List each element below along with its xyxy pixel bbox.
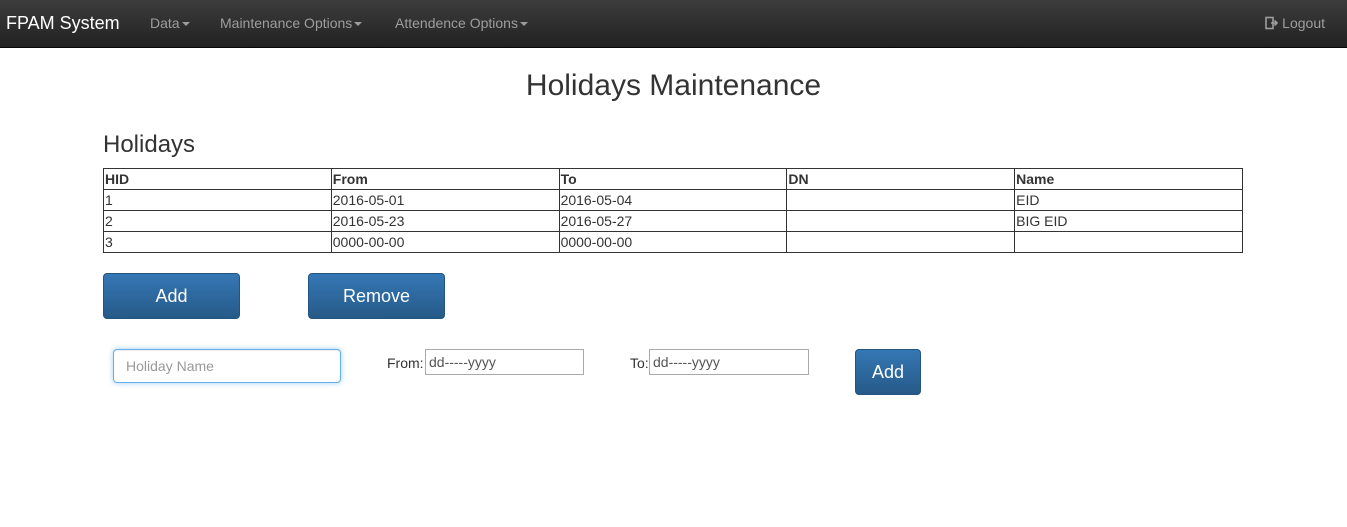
table-cell: 2016-05-01: [330, 189, 560, 211]
column-header-dn: DN: [786, 168, 1016, 190]
table-cell: 0000-00-00: [330, 231, 560, 253]
to-label: To:: [630, 355, 649, 371]
table-cell: EID: [1014, 189, 1243, 211]
column-header-from: From: [330, 168, 560, 190]
logout-icon: [1265, 16, 1279, 30]
table-cell: [786, 231, 1016, 253]
from-label: From:: [387, 355, 424, 371]
table-cell: BIG EID: [1014, 210, 1243, 232]
menu-attendence-options[interactable]: Attendence Options: [395, 15, 528, 31]
table-row[interactable]: 1 2016-05-01 2016-05-04 EID: [103, 189, 1243, 211]
table-row[interactable]: 2 2016-05-23 2016-05-27 BIG EID: [103, 210, 1243, 232]
table-cell: 2: [103, 210, 332, 232]
chevron-down-icon: [181, 22, 190, 27]
column-header-hid: HID: [103, 168, 332, 190]
brand-link[interactable]: FPAM System: [6, 12, 120, 34]
table-cell: [1014, 231, 1243, 253]
table-cell: 2016-05-27: [558, 210, 788, 232]
table-cell: 1: [103, 189, 332, 211]
table-cell: 3: [103, 231, 332, 253]
chevron-down-icon: [354, 22, 363, 27]
menu-attendence-label: Attendence Options: [395, 15, 518, 31]
remove-button[interactable]: Remove: [308, 273, 445, 319]
logout-label: Logout: [1282, 15, 1325, 31]
holiday-name-input[interactable]: [113, 349, 341, 383]
column-header-name: Name: [1014, 168, 1243, 190]
add-button[interactable]: Add: [103, 273, 240, 319]
to-date-input[interactable]: dd-----yyyy: [649, 349, 809, 375]
table-cell: 2016-05-04: [558, 189, 788, 211]
section-title: Holidays: [103, 131, 196, 158]
navbar: FPAM System Data Maintenance Options Att…: [0, 0, 1347, 48]
table-cell: [786, 189, 1016, 211]
chevron-down-icon: [519, 22, 528, 27]
menu-data[interactable]: Data: [150, 15, 190, 31]
table-cell: 0000-00-00: [558, 231, 788, 253]
table-header-row: HID From To DN Name: [103, 168, 1243, 190]
page-title: Holidays Maintenance: [525, 69, 822, 102]
logout-link[interactable]: Logout: [1265, 15, 1325, 31]
column-header-to: To: [558, 168, 788, 190]
menu-maintenance-label: Maintenance Options: [220, 15, 353, 31]
table-cell: [786, 210, 1016, 232]
table-row[interactable]: 3 0000-00-00 0000-00-00: [103, 231, 1243, 253]
submit-add-button[interactable]: Add: [855, 349, 921, 395]
from-date-input[interactable]: dd-----yyyy: [425, 349, 584, 375]
menu-data-label: Data: [150, 15, 180, 31]
table-cell: 2016-05-23: [330, 210, 560, 232]
menu-maintenance-options[interactable]: Maintenance Options: [220, 15, 363, 31]
holidays-table: HID From To DN Name 1 2016-05-01 2016-05…: [103, 168, 1243, 253]
